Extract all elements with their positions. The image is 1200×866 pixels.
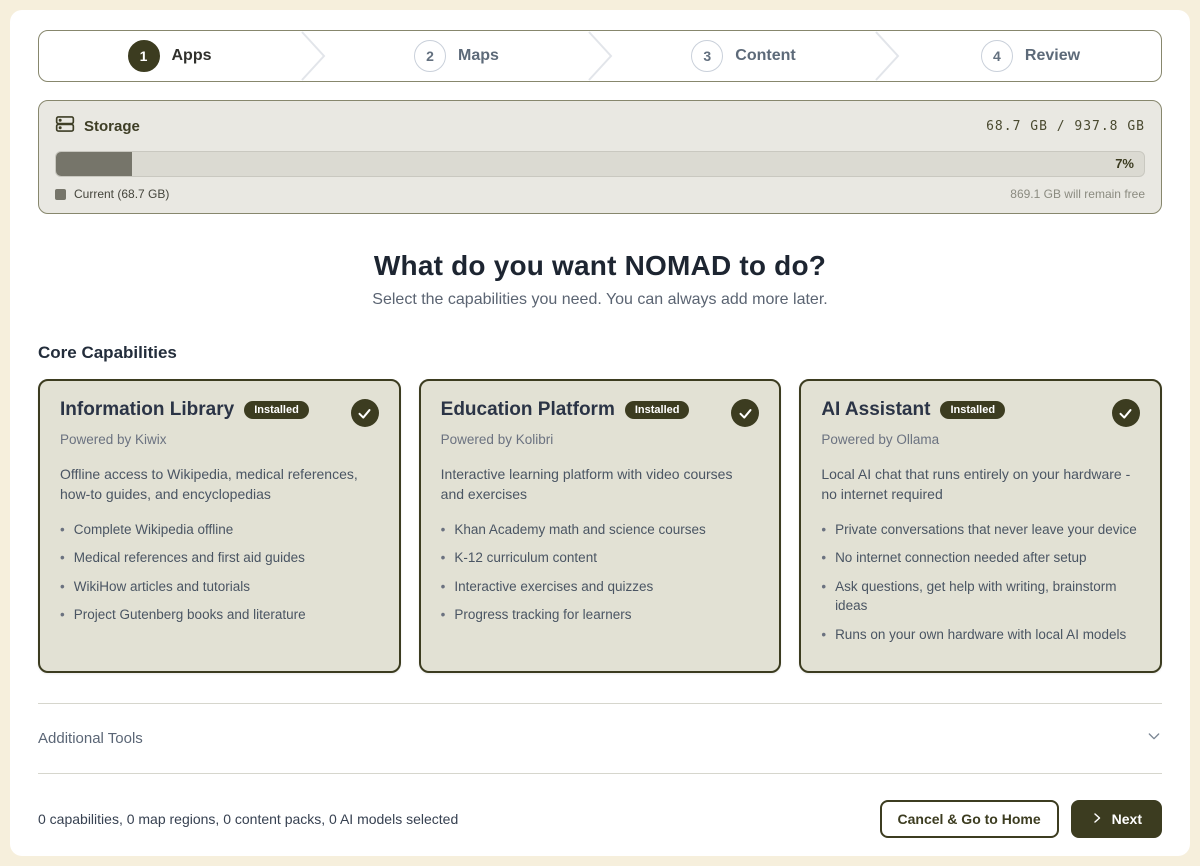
wizard-stepper: 1 Apps 2 Maps 3 Content 4 Review	[38, 30, 1162, 82]
feature-item: •Khan Academy math and science courses	[441, 520, 760, 540]
storage-free-note: 869.1 GB will remain free	[1010, 187, 1145, 201]
capability-cards: Information Library Installed Powered by…	[38, 379, 1162, 673]
card-title: AI Assistant	[821, 399, 930, 421]
legend-current-swatch	[55, 189, 66, 200]
step-number-badge: 4	[981, 40, 1013, 72]
installed-badge: Installed	[625, 401, 690, 419]
chevron-down-icon	[1146, 728, 1162, 749]
feature-item: •Private conversations that never leave …	[821, 520, 1140, 540]
step-maps[interactable]: 2 Maps	[326, 31, 587, 81]
card-powered-by: Powered by Kiwix	[60, 432, 379, 447]
storage-drive-icon	[55, 114, 75, 139]
feature-item: •Progress tracking for learners	[441, 605, 760, 625]
selected-check-icon	[1112, 399, 1140, 427]
feature-item: •Interactive exercises and quizzes	[441, 577, 760, 597]
feature-item: •Ask questions, get help with writing, b…	[821, 577, 1140, 616]
card-title: Education Platform	[441, 399, 615, 421]
legend-current-label: Current (68.7 GB)	[74, 187, 169, 201]
feature-item: •Project Gutenberg books and literature	[60, 605, 379, 625]
feature-item: •K-12 curriculum content	[441, 548, 760, 568]
cancel-go-home-button[interactable]: Cancel & Go to Home	[880, 800, 1059, 838]
feature-item: •Complete Wikipedia offline	[60, 520, 379, 540]
step-label: Review	[1025, 47, 1080, 65]
card-feature-list: •Private conversations that never leave …	[821, 520, 1140, 645]
storage-percent-label: 7%	[1115, 152, 1134, 176]
card-description: Interactive learning platform with video…	[441, 464, 760, 505]
feature-item: •WikiHow articles and tutorials	[60, 577, 379, 597]
capability-card-education-platform[interactable]: Education Platform Installed Powered by …	[419, 379, 782, 673]
selection-summary: 0 capabilities, 0 map regions, 0 content…	[38, 811, 458, 827]
feature-item: •Medical references and first aid guides	[60, 548, 379, 568]
card-title: Information Library	[60, 399, 234, 421]
step-separator-icon	[874, 31, 900, 81]
selected-check-icon	[351, 399, 379, 427]
step-separator-icon	[587, 31, 613, 81]
step-number-badge: 2	[414, 40, 446, 72]
next-button[interactable]: Next	[1071, 800, 1162, 838]
storage-progress-fill	[56, 152, 132, 176]
setup-wizard-panel: 1 Apps 2 Maps 3 Content 4 Review	[10, 10, 1190, 856]
step-label: Content	[735, 47, 795, 65]
additional-tools-label: Additional Tools	[38, 730, 143, 747]
step-label: Maps	[458, 47, 499, 65]
storage-progress-bar: 7%	[55, 151, 1145, 177]
next-button-label: Next	[1112, 811, 1142, 827]
additional-tools-toggle[interactable]: Additional Tools	[38, 704, 1162, 773]
card-feature-list: •Complete Wikipedia offline •Medical ref…	[60, 520, 379, 625]
step-content[interactable]: 3 Content	[613, 31, 874, 81]
chevron-right-icon	[1091, 811, 1103, 827]
divider	[38, 773, 1162, 774]
storage-title: Storage	[84, 118, 140, 135]
capability-card-ai-assistant[interactable]: AI Assistant Installed Powered by Ollama…	[799, 379, 1162, 673]
card-description: Offline access to Wikipedia, medical ref…	[60, 464, 379, 505]
step-number-badge: 1	[128, 40, 160, 72]
storage-usage-value: 68.7 GB / 937.8 GB	[986, 119, 1145, 134]
card-feature-list: •Khan Academy math and science courses •…	[441, 520, 760, 625]
feature-item: •Runs on your own hardware with local AI…	[821, 625, 1140, 645]
step-number-badge: 3	[691, 40, 723, 72]
step-review[interactable]: 4 Review	[900, 31, 1161, 81]
installed-badge: Installed	[940, 401, 1005, 419]
step-label: Apps	[172, 47, 212, 65]
card-powered-by: Powered by Ollama	[821, 432, 1140, 447]
capability-card-information-library[interactable]: Information Library Installed Powered by…	[38, 379, 401, 673]
card-description: Local AI chat that runs entirely on your…	[821, 464, 1140, 505]
selected-check-icon	[731, 399, 759, 427]
page-title: What do you want NOMAD to do?	[38, 250, 1162, 282]
core-capabilities-heading: Core Capabilities	[38, 343, 1162, 363]
storage-panel: Storage 68.7 GB / 937.8 GB 7% Current (6…	[38, 100, 1162, 214]
step-separator-icon	[300, 31, 326, 81]
feature-item: •No internet connection needed after set…	[821, 548, 1140, 568]
page-subtitle: Select the capabilities you need. You ca…	[38, 291, 1162, 309]
card-powered-by: Powered by Kolibri	[441, 432, 760, 447]
installed-badge: Installed	[244, 401, 309, 419]
step-apps[interactable]: 1 Apps	[39, 31, 300, 81]
